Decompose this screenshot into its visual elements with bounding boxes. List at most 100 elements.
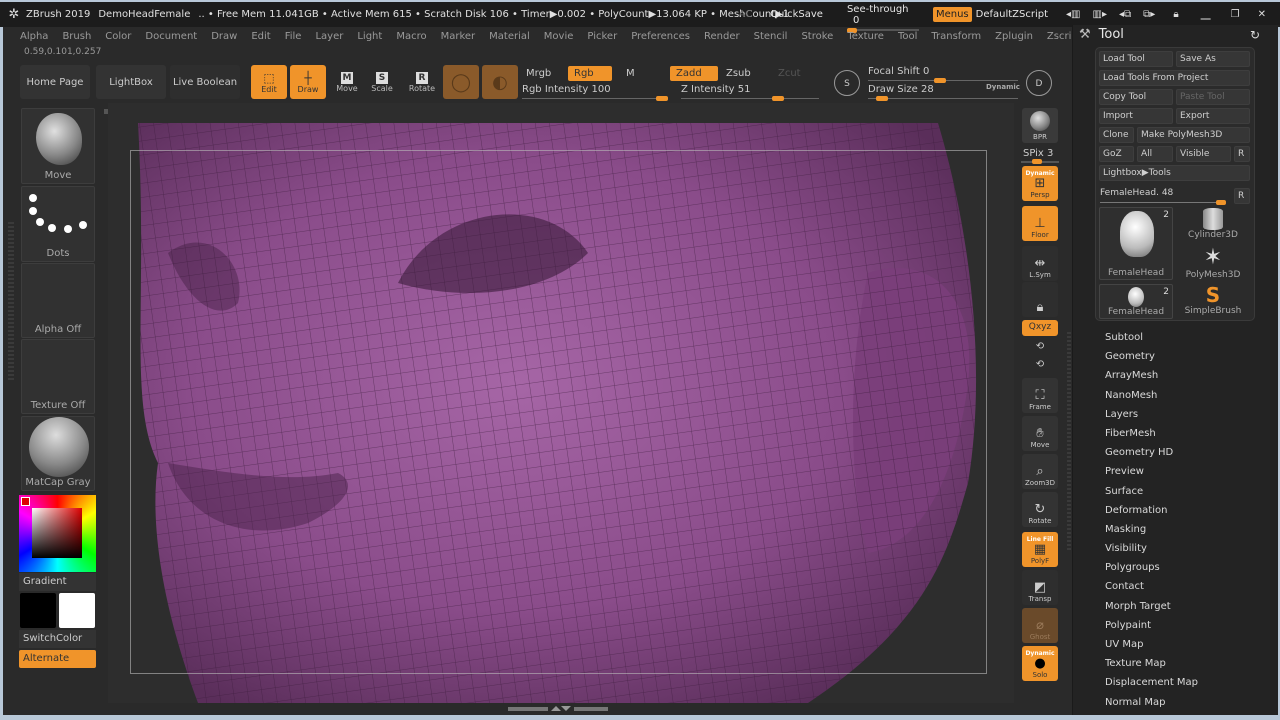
zoom3d-button[interactable]: ⌕ Zoom3D [1022, 454, 1058, 489]
subpalette-contact[interactable]: Contact [1105, 580, 1198, 599]
menu-preferences[interactable]: Preferences [631, 31, 690, 42]
load-tools-from-project-button[interactable]: Load Tools From Project [1099, 70, 1250, 86]
rotate-button[interactable]: R Rotate [404, 65, 440, 99]
palette-left-icon[interactable]: ◂▥ [1066, 9, 1080, 20]
spix-knob[interactable] [1032, 159, 1042, 164]
menu-alpha[interactable]: Alpha [20, 31, 48, 42]
rgb-intensity-knob[interactable] [656, 96, 668, 101]
menu-tool[interactable]: Tool [898, 31, 917, 42]
lightbox-button[interactable]: LightBox [96, 65, 166, 99]
goz-all-button[interactable]: All [1137, 146, 1173, 162]
bottom-tray-handle[interactable] [508, 706, 608, 712]
spix-slider[interactable]: SPix 3 [1023, 148, 1053, 159]
z-intensity-slider[interactable]: Z Intensity 51 [681, 84, 750, 95]
menu-picker[interactable]: Picker [587, 31, 617, 42]
menu-document[interactable]: Document [145, 31, 197, 42]
tool-femalehead-thumb[interactable]: 2 FemaleHead [1099, 207, 1173, 280]
rotate-view-button[interactable]: ↻ Rotate [1022, 492, 1058, 527]
mrgb-toggle[interactable]: Mrgb [520, 66, 557, 81]
import-button[interactable]: Import [1099, 108, 1173, 124]
bpr-button[interactable]: BPR [1022, 108, 1058, 143]
close-icon[interactable]: ✕ [1258, 9, 1266, 20]
menu-texture[interactable]: Texture [847, 31, 884, 42]
menu-stroke[interactable]: Stroke [801, 31, 833, 42]
goz-button[interactable]: GoZ [1099, 146, 1134, 162]
switch-color-button[interactable]: SwitchColor [19, 630, 96, 648]
tool-r-button[interactable]: R [1234, 188, 1250, 204]
subpalette-deformation[interactable]: Deformation [1105, 504, 1198, 523]
left-tray-handle[interactable] [8, 220, 14, 380]
canvas-viewport[interactable] [108, 103, 1014, 703]
live-boolean-button[interactable]: Live Boolean [170, 65, 240, 99]
palette-reset-icon[interactable]: ↻ [1250, 28, 1260, 42]
polyf-button[interactable]: Line Fill ▦ PolyF [1022, 532, 1058, 567]
draw-size-knob[interactable] [876, 96, 888, 101]
rotate-z-icon[interactable]: ⟲ [1022, 356, 1058, 372]
draw-size-slider[interactable]: Draw Size 28 [868, 84, 934, 95]
z-intensity-knob[interactable] [772, 96, 784, 101]
menu-render[interactable]: Render [704, 31, 740, 42]
current-tool-slider[interactable]: FemaleHead. 48 [1100, 188, 1173, 198]
alternate-toggle[interactable]: Alternate [19, 650, 96, 668]
rgb-intensity-slider[interactable]: Rgb Intensity 100 [522, 84, 611, 95]
make-polymesh3d-button[interactable]: Make PolyMesh3D [1137, 127, 1250, 143]
focal-shift-knob[interactable] [934, 78, 946, 83]
menus-toggle[interactable]: Menus [932, 7, 972, 22]
save-as-button[interactable]: Save As [1176, 51, 1250, 67]
tool-polymesh3d[interactable]: ✶ PolyMesh3D [1176, 246, 1250, 282]
color-picker[interactable] [19, 495, 96, 572]
subpalette-normal-map[interactable]: Normal Map [1105, 696, 1198, 715]
texture-selector[interactable]: Texture Off [21, 339, 95, 414]
goz-r-button[interactable]: R [1234, 146, 1250, 162]
window-left-icon[interactable]: ◂⧉ [1119, 9, 1131, 20]
ac-button[interactable]: AC [738, 9, 752, 20]
zadd-toggle[interactable]: Zadd [670, 66, 718, 81]
tertiary-color-swatch[interactable] [59, 593, 95, 628]
sculptris-button[interactable]: ◐ [482, 65, 518, 99]
subpalette-visibility[interactable]: Visibility [1105, 542, 1198, 561]
menu-macro[interactable]: Macro [396, 31, 426, 42]
subpalette-texture-map[interactable]: Texture Map [1105, 657, 1198, 676]
minimize-icon[interactable]: ⎽ [1201, 9, 1211, 20]
rotate-y-icon[interactable]: ⟲ [1022, 338, 1058, 354]
brush-selector[interactable]: Move [21, 108, 95, 184]
menu-zplugin[interactable]: Zplugin [995, 31, 1033, 42]
menu-material[interactable]: Material [489, 31, 530, 42]
subpalette-polygroups[interactable]: Polygroups [1105, 561, 1198, 580]
color-saturation-square[interactable] [32, 508, 82, 558]
zsub-toggle[interactable]: Zsub [720, 66, 757, 81]
menu-light[interactable]: Light [357, 31, 382, 42]
menu-edit[interactable]: Edit [251, 31, 270, 42]
clone-button[interactable]: Clone [1099, 127, 1134, 143]
quicksave-button[interactable]: QuickSave [770, 9, 823, 20]
scale-button[interactable]: S Scale [364, 65, 400, 99]
tool-femalehead-subtool-thumb[interactable]: 2 FemaleHead [1099, 284, 1173, 319]
local-symmetry-button[interactable]: ⇹ L.Sym [1022, 246, 1058, 281]
menu-draw[interactable]: Draw [211, 31, 237, 42]
floor-button[interactable]: ⊥ Floor [1022, 206, 1058, 241]
rgb-toggle[interactable]: Rgb [568, 66, 612, 81]
restore-icon[interactable]: ❐ [1231, 9, 1240, 20]
subpalette-uv-map[interactable]: UV Map [1105, 638, 1198, 657]
subpalette-layers[interactable]: Layers [1105, 408, 1198, 427]
gradient-toggle[interactable]: Gradient [19, 573, 96, 591]
current-tool-knob[interactable] [1216, 200, 1226, 205]
menu-color[interactable]: Color [105, 31, 131, 42]
lazy-mouse-s-icon[interactable]: S [834, 70, 860, 96]
transp-button[interactable]: ◩ Transp [1022, 570, 1058, 605]
menu-file[interactable]: File [285, 31, 302, 42]
subpalette-subtool[interactable]: Subtool [1105, 331, 1198, 350]
tool-simplebrush[interactable]: S SimpleBrush [1176, 284, 1250, 320]
subpalette-displacement-map[interactable]: Displacement Map [1105, 676, 1198, 695]
menu-brush[interactable]: Brush [62, 31, 91, 42]
menu-marker[interactable]: Marker [441, 31, 476, 42]
alpha-selector[interactable]: Alpha Off [21, 263, 95, 338]
subpalette-fibermesh[interactable]: FiberMesh [1105, 427, 1198, 446]
material-selector[interactable]: MatCap Gray [21, 416, 95, 491]
load-tool-button[interactable]: Load Tool [1099, 51, 1173, 67]
subpalette-geometry-hd[interactable]: Geometry HD [1105, 446, 1198, 465]
right-tray-handle[interactable] [1067, 330, 1071, 550]
paste-tool-button[interactable]: Paste Tool [1176, 89, 1250, 105]
subpalette-masking[interactable]: Masking [1105, 523, 1198, 542]
subpalette-morph-target[interactable]: Morph Target [1105, 600, 1198, 619]
